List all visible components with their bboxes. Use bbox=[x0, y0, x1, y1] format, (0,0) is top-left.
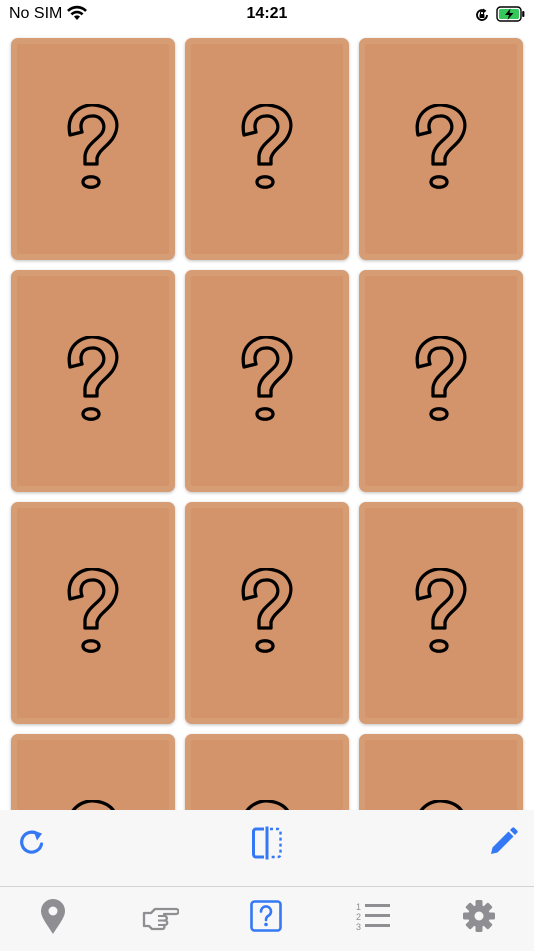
question-mark-icon bbox=[415, 568, 467, 653]
question-mark-icon bbox=[67, 104, 119, 189]
question-mark-icon bbox=[241, 336, 293, 421]
numbered-list-icon: 1 2 3 bbox=[356, 902, 390, 932]
card[interactable] bbox=[185, 502, 349, 724]
card[interactable] bbox=[11, 502, 175, 724]
card[interactable] bbox=[359, 38, 523, 260]
card[interactable] bbox=[11, 270, 175, 492]
tab-location[interactable] bbox=[36, 899, 70, 940]
battery-charging-icon bbox=[496, 6, 525, 22]
split-view-icon bbox=[252, 826, 282, 860]
refresh-icon bbox=[20, 830, 44, 854]
question-mark-icon bbox=[241, 568, 293, 653]
tab-gestures[interactable] bbox=[141, 899, 180, 940]
tab-question-game[interactable] bbox=[249, 899, 283, 938]
question-mark-icon bbox=[419, 800, 463, 810]
card[interactable] bbox=[359, 734, 523, 810]
question-mark-icon bbox=[245, 800, 289, 810]
tab-scores[interactable]: 1 2 3 bbox=[355, 899, 391, 938]
question-box-icon bbox=[250, 900, 282, 932]
svg-text:2: 2 bbox=[356, 912, 361, 922]
edit-button[interactable] bbox=[487, 826, 519, 863]
question-mark-icon bbox=[67, 568, 119, 653]
card[interactable] bbox=[11, 38, 175, 260]
tab-bar: 1 2 3 bbox=[0, 886, 534, 951]
tab-settings[interactable] bbox=[462, 899, 496, 938]
status-bar: No SIM 14:21 bbox=[0, 0, 534, 30]
orientation-lock-icon bbox=[476, 8, 488, 21]
pencil-icon bbox=[491, 827, 518, 854]
question-mark-icon bbox=[241, 104, 293, 189]
question-mark-icon bbox=[415, 336, 467, 421]
clock: 14:21 bbox=[246, 5, 288, 22]
svg-text:3: 3 bbox=[356, 922, 361, 932]
question-mark-icon bbox=[67, 336, 119, 421]
card[interactable] bbox=[185, 734, 349, 810]
bottom-toolbar bbox=[0, 810, 534, 886]
svg-text:1: 1 bbox=[356, 902, 361, 912]
card[interactable] bbox=[11, 734, 175, 810]
card[interactable] bbox=[359, 270, 523, 492]
question-mark-icon bbox=[415, 104, 467, 189]
card[interactable] bbox=[185, 270, 349, 492]
card-grid bbox=[0, 30, 534, 810]
restart-button[interactable] bbox=[16, 826, 48, 863]
split-view-button[interactable] bbox=[251, 826, 283, 865]
gear-icon bbox=[463, 900, 495, 932]
question-mark-icon bbox=[71, 800, 115, 810]
pointing-hand-icon bbox=[142, 907, 180, 931]
card[interactable] bbox=[185, 38, 349, 260]
card[interactable] bbox=[359, 502, 523, 724]
location-pin-icon bbox=[41, 899, 65, 934]
